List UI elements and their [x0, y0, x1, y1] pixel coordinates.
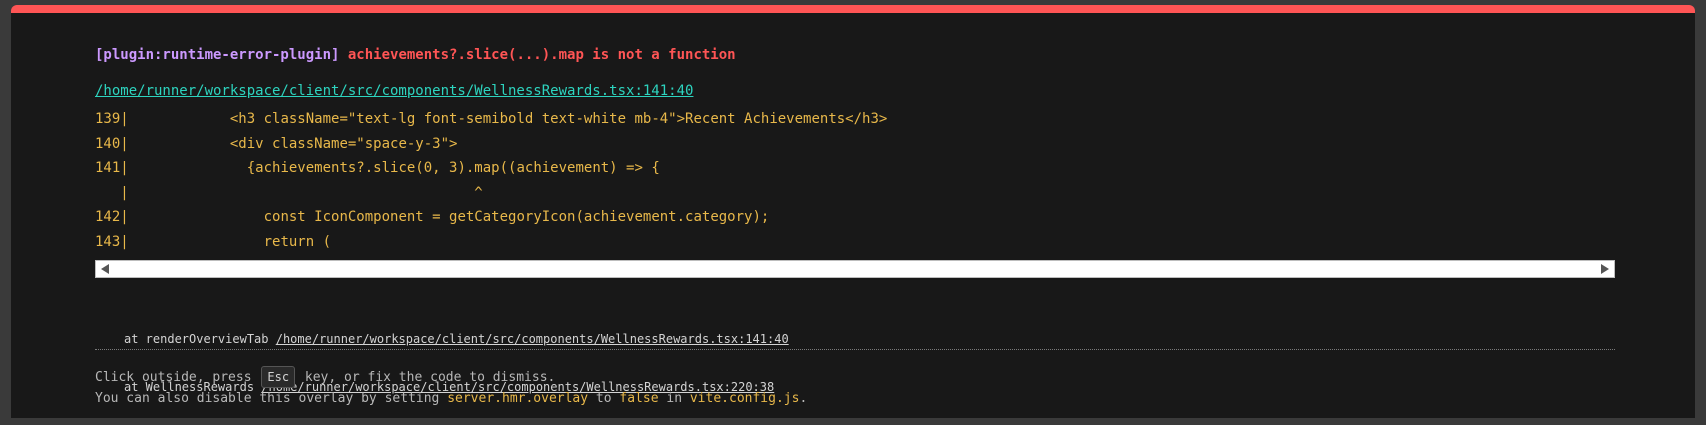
stack-trace: at renderOverviewTab /home/runner/worksp…: [124, 301, 789, 425]
dismiss-tip: Click outside, press Esc key, or fix the…: [95, 366, 555, 388]
line-number: 139: [95, 111, 121, 127]
scroll-right-icon[interactable]: [1601, 264, 1609, 274]
stack-frame: at renderOverviewTab /home/runner/worksp…: [124, 329, 789, 349]
line-number: 143: [95, 233, 121, 250]
code-line: 141| {achievements?.slice(0, 3).map((ach…: [95, 160, 660, 176]
code-line: 140| <div className="space-y-3">: [95, 135, 458, 152]
stack-frame-link[interactable]: /home/runner/workspace/client/src/compon…: [276, 332, 789, 346]
code-line: 142| const IconComponent = getCategoryIc…: [95, 209, 770, 225]
horizontal-scrollbar[interactable]: [95, 260, 1615, 278]
line-number: 142: [95, 209, 121, 225]
error-message: [plugin:runtime-error-plugin] achievemen…: [95, 47, 736, 63]
line-text: {achievements?.slice(0, 3).map((achievem…: [128, 160, 660, 176]
error-overlay: [plugin:runtime-error-plugin] achievemen…: [11, 5, 1695, 418]
scroll-left-icon[interactable]: [101, 264, 109, 274]
caret-marker: ^: [128, 184, 483, 201]
divider: [95, 349, 1615, 350]
line-text: <div className="space-y-3">: [128, 135, 458, 152]
error-file-link[interactable]: /home/runner/workspace/client/src/compon…: [95, 83, 693, 99]
config-value: false: [619, 391, 659, 406]
line-number: 141: [95, 160, 121, 176]
code-line: 139| <h3 className="text-lg font-semibol…: [95, 111, 888, 127]
esc-key: Esc: [261, 366, 296, 388]
code-line-caret: | ^: [95, 181, 1615, 206]
code-frame: 139| <h3 className="text-lg font-semibol…: [95, 107, 1615, 254]
line-number: 140: [95, 135, 121, 152]
line-text: const IconComponent = getCategoryIcon(ac…: [128, 209, 770, 225]
config-key: server.hmr.overlay: [447, 391, 589, 406]
line-number: [95, 185, 120, 201]
plugin-name: [plugin:runtime-error-plugin]: [95, 47, 340, 63]
code-line: 143| return (: [95, 233, 332, 250]
config-file: vite.config.js: [689, 391, 800, 406]
disable-overlay-tip: You can also disable this overlay by set…: [95, 391, 808, 406]
stack-frame-prefix: at renderOverviewTab: [124, 332, 276, 346]
line-text: <h3 className="text-lg font-semibold tex…: [128, 111, 888, 127]
error-text: achievements?.slice(...).map is not a fu…: [347, 47, 736, 63]
line-text: return (: [128, 233, 332, 250]
